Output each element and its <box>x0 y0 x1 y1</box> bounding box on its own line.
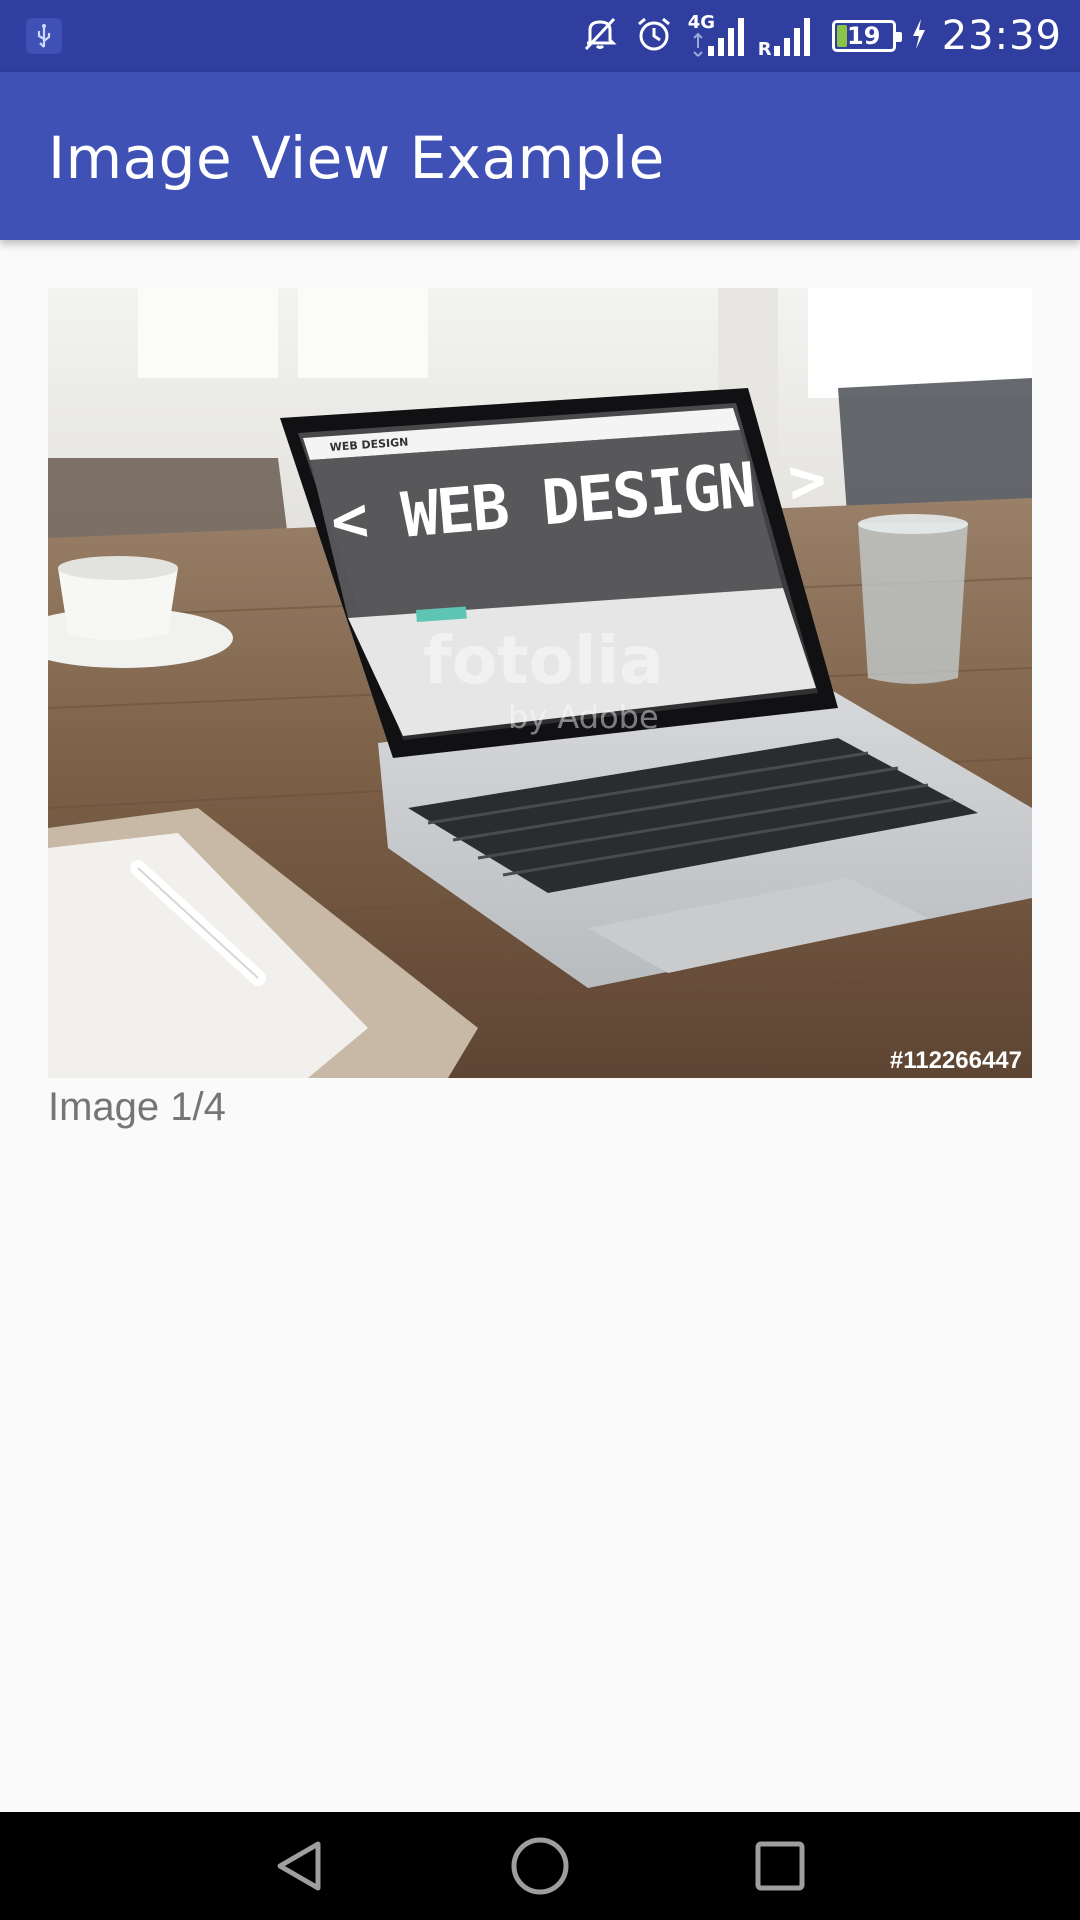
signal-icon: 4G <box>688 12 744 60</box>
roaming-signal-icon: R <box>758 12 818 60</box>
battery-icon: 19 <box>831 20 902 52</box>
watermark-sub: by Adobe <box>508 698 659 736</box>
stock-id: #112266447 <box>890 1047 1022 1074</box>
laptop-photo: WEB DESIGN < WEB DESIGN > fotolia by Ado… <box>48 288 1032 1078</box>
mute-icon <box>580 14 620 59</box>
charging-icon <box>910 17 928 56</box>
usb-icon <box>26 18 62 54</box>
alarm-icon <box>634 14 674 59</box>
image-caption: Image 1/4 <box>48 1085 226 1129</box>
roaming-label: R <box>757 39 772 60</box>
back-icon[interactable] <box>255 1830 345 1902</box>
page-title: Image View Example <box>48 124 665 192</box>
app-bar: Image View Example <box>0 72 1080 240</box>
battery-level: 19 <box>847 22 881 50</box>
home-icon[interactable] <box>495 1830 585 1902</box>
status-bar: 4G R 19 23:39 <box>0 0 1080 72</box>
clock: 23:39 <box>941 13 1062 59</box>
navigation-bar <box>0 1812 1080 1920</box>
recents-icon[interactable] <box>735 1830 825 1902</box>
image-view[interactable]: WEB DESIGN < WEB DESIGN > fotolia by Ado… <box>48 288 1032 1078</box>
watermark: fotolia <box>423 622 664 699</box>
network-type-label: 4G <box>687 12 716 33</box>
